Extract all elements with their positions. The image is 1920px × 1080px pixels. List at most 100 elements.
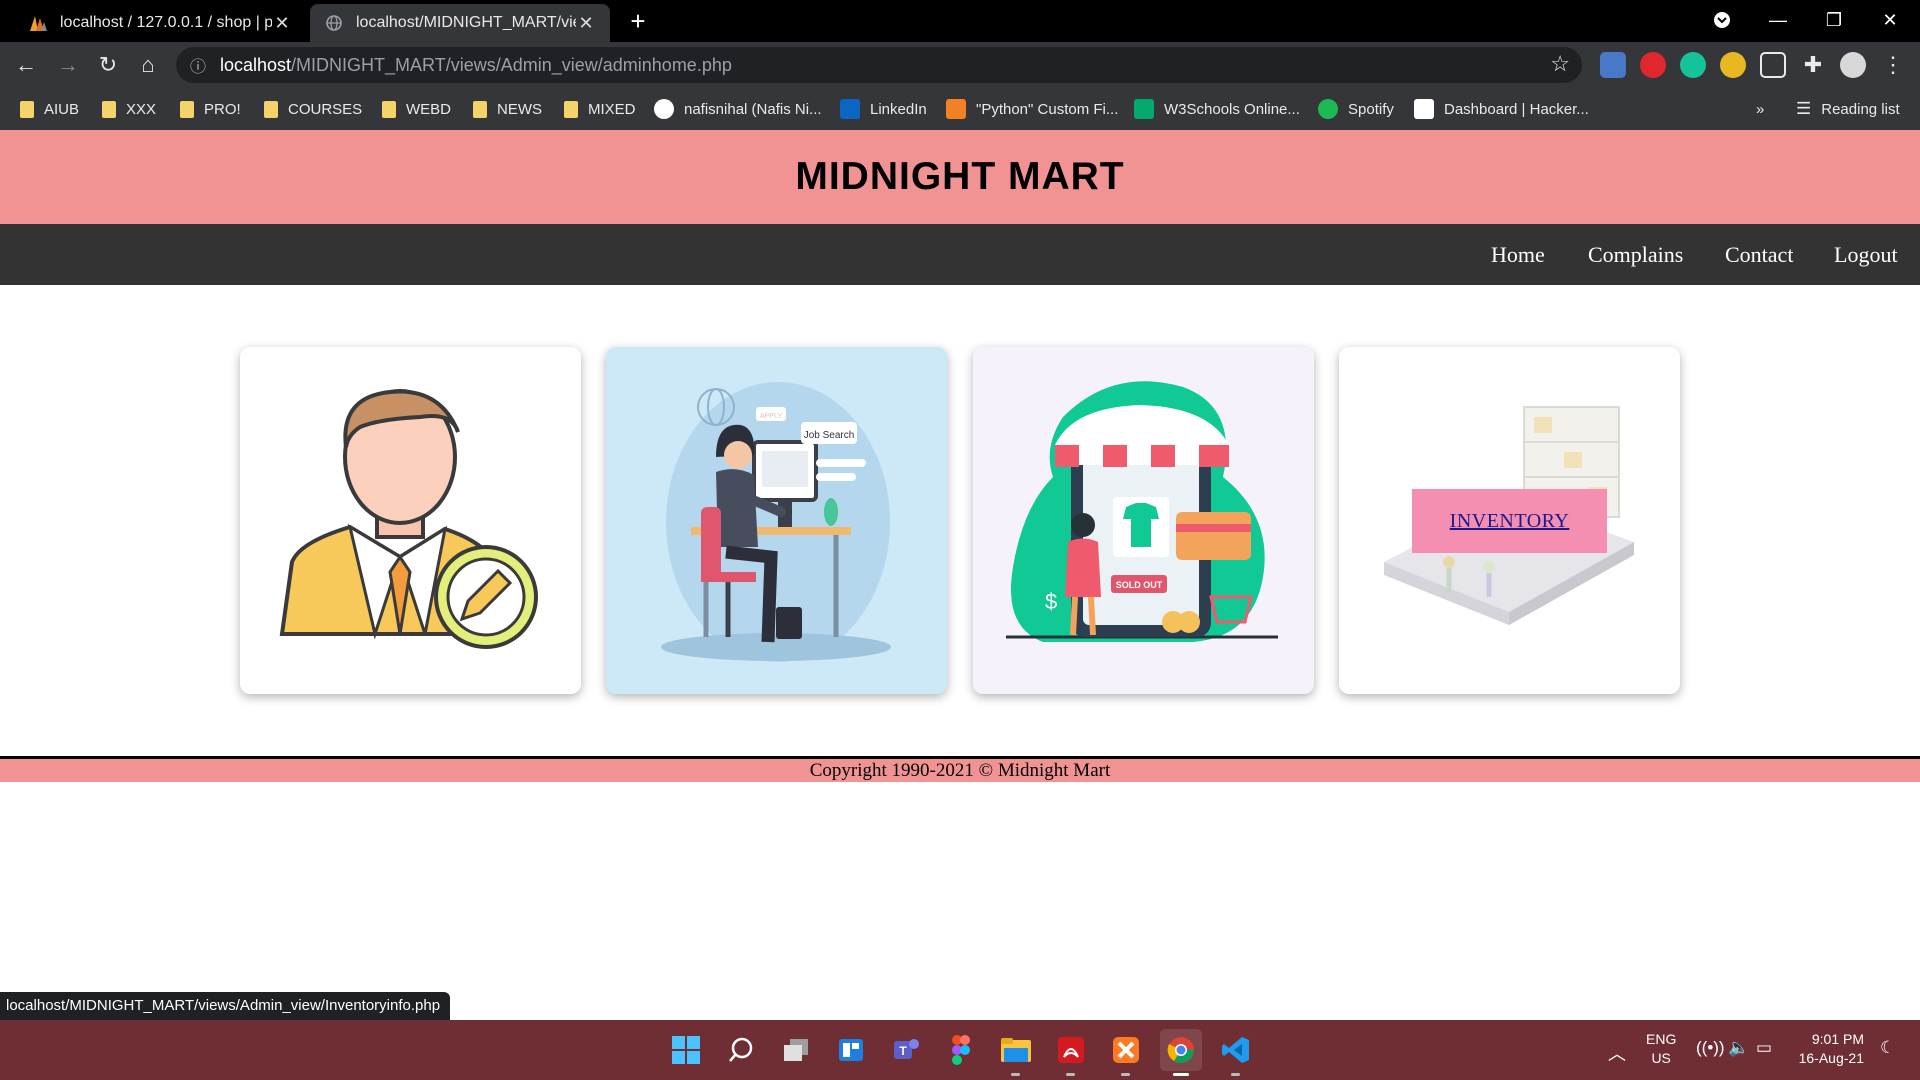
volume-icon[interactable]: 🔈 [1728, 1038, 1749, 1058]
close-tab-icon[interactable]: ✕ [576, 13, 596, 34]
bookmark-label: MIXED [588, 100, 636, 118]
bookmark-github[interactable]: nafisnihal (Nafis Ni... [654, 88, 822, 130]
bookmark-mixed[interactable]: MIXED [564, 88, 636, 130]
nav-logout[interactable]: Logout [1834, 224, 1898, 285]
bookmark-spotify[interactable]: Spotify [1318, 88, 1394, 130]
language-code: ENG [1646, 1031, 1677, 1047]
acrobat-reader-icon[interactable] [1050, 1029, 1092, 1076]
job-search-card[interactable]: Job Search APPLY [606, 347, 947, 694]
bookmark-label: Spotify [1348, 100, 1394, 118]
clock[interactable]: 9:01 PM 16-Aug-21 [1792, 1030, 1864, 1068]
tab-title: localhost / 127.0.0.1 / shop | php [60, 14, 272, 31]
search-icon[interactable] [720, 1029, 762, 1071]
forward-arrow-icon[interactable]: → [52, 49, 84, 81]
folder-icon [264, 100, 278, 118]
browser-toolbar: ← → ↻ ⌂ ⓘ localhost/MIDNIGHT_MART/views/… [0, 42, 1920, 88]
online-shop-illustration: SOLD OUT $ [1006, 381, 1278, 642]
media-extension-icon[interactable] [1760, 52, 1786, 78]
svg-text:$: $ [1045, 589, 1057, 614]
copyright-text: Copyright 1990-2021 © Midnight Mart [809, 760, 1111, 781]
close-tab-icon[interactable]: ✕ [272, 13, 292, 34]
battery-icon[interactable]: ▭ [1756, 1038, 1772, 1058]
bookmark-python[interactable]: "Python" Custom Fi... [946, 88, 1118, 130]
bookmark-pro[interactable]: PRO! [180, 88, 241, 130]
folder-icon [102, 100, 116, 118]
nav-contact[interactable]: Contact [1725, 224, 1793, 285]
new-tab-button[interactable]: + [622, 6, 654, 38]
tab-search-icon[interactable] [1694, 2, 1750, 38]
site-info-icon[interactable]: ⓘ [176, 53, 220, 77]
bookmark-label: NEWS [497, 100, 542, 118]
bookmark-webd[interactable]: WEBD [382, 88, 451, 130]
profile-avatar[interactable] [1840, 52, 1866, 78]
nav-home[interactable]: Home [1491, 224, 1545, 285]
chrome-menu-icon[interactable]: ⋮ [1880, 52, 1906, 78]
job-search-label: Job Search [804, 430, 855, 441]
tab-title: localhost/MIDNIGHT_MART/view [356, 14, 576, 31]
chrome-icon[interactable] [1160, 1029, 1202, 1076]
focus-assist-icon[interactable]: ☾ [1880, 1038, 1895, 1058]
bookmark-label: nafisnihal (Nafis Ni... [684, 100, 822, 118]
teams-chat-icon[interactable]: T [885, 1029, 927, 1071]
bookmark-label: WEBD [406, 100, 451, 118]
bookmark-star-icon[interactable]: ☆ [1550, 51, 1570, 77]
url-host: localhost [220, 54, 292, 75]
phpmyadmin-icon [30, 16, 47, 31]
tab-phpmyadmin[interactable]: localhost / 127.0.0.1 / shop | php ✕ [14, 4, 306, 42]
inventory-button[interactable]: INVENTORY [1412, 489, 1607, 553]
address-bar[interactable]: ⓘ localhost/MIDNIGHT_MART/views/Admin_vi… [176, 47, 1582, 83]
chevron-up-icon[interactable]: ︿ [1608, 1040, 1626, 1066]
bookmark-label: LinkedIn [870, 100, 927, 118]
adblock-extension-icon[interactable] [1640, 52, 1666, 78]
color-extension-icon[interactable] [1720, 52, 1746, 78]
bookmark-aiub[interactable]: AIUB [20, 88, 79, 130]
reading-list-label: Reading list [1821, 100, 1900, 118]
bookmark-news[interactable]: NEWS [473, 88, 542, 130]
w3schools-icon [1134, 99, 1154, 119]
reload-icon[interactable]: ↻ [92, 49, 124, 81]
folder-icon [564, 100, 578, 118]
sold-out-label: SOLD OUT [1116, 580, 1163, 590]
bookmark-linkedin[interactable]: LinkedIn [840, 88, 927, 130]
language-indicator[interactable]: ENG US [1646, 1030, 1676, 1068]
overflow-label: » [1756, 100, 1765, 118]
xampp-icon[interactable] [1105, 1029, 1147, 1076]
admin-profile-card[interactable] [240, 347, 581, 694]
extensions-puzzle-icon[interactable]: ✚ [1800, 52, 1826, 78]
close-window-button[interactable]: ✕ [1862, 2, 1918, 38]
inventory-card[interactable]: INVENTORY [1339, 347, 1680, 694]
restore-button[interactable]: ❐ [1806, 2, 1862, 38]
minimize-button[interactable]: — [1750, 2, 1806, 38]
vscode-icon[interactable] [1215, 1029, 1257, 1076]
reading-list-icon: ☰ [1796, 99, 1812, 118]
start-button-icon[interactable] [665, 1029, 707, 1071]
url-path: /MIDNIGHT_MART/views/Admin_view/adminhom… [291, 54, 732, 75]
bookmark-courses[interactable]: COURSES [264, 88, 362, 130]
home-icon[interactable]: ⌂ [132, 49, 164, 81]
bookmarks-overflow-button[interactable]: » [1756, 88, 1764, 130]
tab-midnight-mart[interactable]: localhost/MIDNIGHT_MART/view ✕ [310, 4, 610, 42]
online-shop-card[interactable]: SOLD OUT $ [973, 347, 1314, 694]
back-arrow-icon[interactable]: ← [10, 49, 42, 81]
folder-icon [20, 100, 34, 118]
reading-list-button[interactable]: ☰ Reading list [1796, 88, 1900, 130]
site-header: MIDNIGHT MART [0, 130, 1920, 224]
inventory-link[interactable]: INVENTORY [1450, 510, 1570, 533]
bookmark-label: W3Schools Online... [1164, 100, 1300, 118]
translate-extension-icon[interactable] [1600, 52, 1626, 78]
nav-complains[interactable]: Complains [1588, 224, 1683, 285]
grammarly-extension-icon[interactable] [1680, 52, 1706, 78]
site-title: MIDNIGHT MART [795, 155, 1125, 198]
stackoverflow-icon [946, 99, 966, 119]
bookmark-hackerrank[interactable]: Dashboard | Hacker... [1414, 88, 1589, 130]
clock-time: 9:01 PM [1811, 1031, 1864, 1047]
figma-icon[interactable] [940, 1029, 982, 1071]
bookmark-w3schools[interactable]: W3Schools Online... [1134, 88, 1300, 130]
task-view-icon[interactable] [775, 1029, 817, 1071]
widgets-icon[interactable] [830, 1029, 872, 1071]
bookmark-label: Dashboard | Hacker... [1444, 100, 1589, 118]
bookmark-xxx[interactable]: XXX [102, 88, 156, 130]
status-bar-url: localhost/MIDNIGHT_MART/views/Admin_view… [0, 992, 451, 1020]
file-explorer-icon[interactable] [995, 1029, 1037, 1076]
wifi-icon[interactable]: ((•)) [1696, 1038, 1725, 1058]
